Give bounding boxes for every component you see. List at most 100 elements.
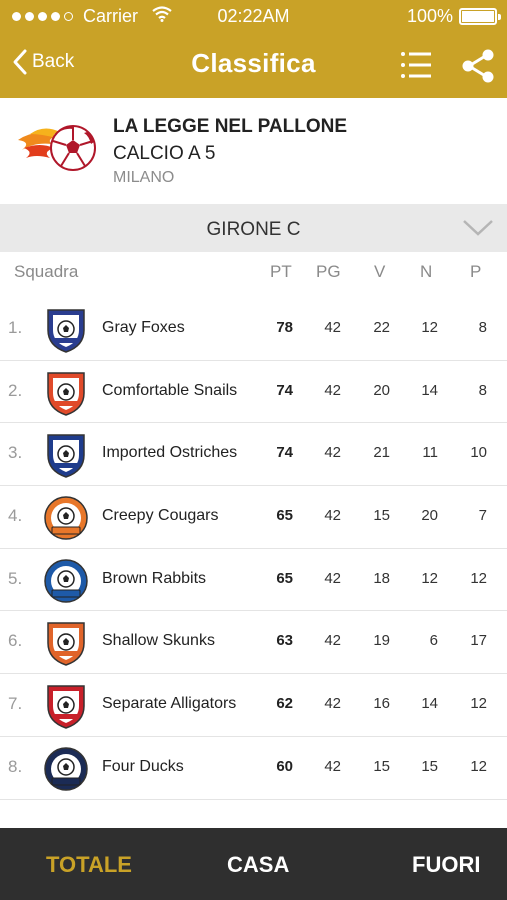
standings-header: Squadra PT PG V N P: [0, 252, 507, 296]
table-row[interactable]: 4. Creepy Cougars 65 42 15 20 7: [0, 486, 507, 549]
list-menu-icon[interactable]: [398, 47, 434, 83]
column-p: P: [470, 262, 482, 281]
team-name: Comfortable Snails: [102, 381, 238, 399]
stat-pg: 42: [324, 757, 341, 775]
team-crest-icon: [40, 369, 92, 417]
stat-n: 20: [421, 507, 438, 525]
stat-p: 12: [470, 569, 487, 587]
stat-n: 15: [421, 757, 438, 775]
team-name: Four Ducks: [102, 757, 184, 775]
battery-percent: 100%: [406, 6, 453, 26]
stat-p: 8: [478, 381, 487, 399]
stat-pt: 63: [276, 632, 293, 650]
stat-p: 17: [470, 632, 487, 650]
stat-n: 14: [421, 695, 438, 713]
row-position: 8.: [8, 756, 23, 776]
team-name: Gray Foxes: [102, 319, 185, 336]
team-crest-icon: [40, 619, 92, 667]
stat-n: 12: [421, 319, 438, 336]
stat-pg: 42: [324, 632, 341, 650]
stat-v: 15: [373, 757, 390, 775]
table-row[interactable]: 6. Shallow Skunks 63 42 19 6 17: [0, 611, 507, 675]
flaming-ball-logo-icon: [16, 120, 98, 176]
table-row[interactable]: 5. Brown Rabbits 65 42 18 12 12: [0, 548, 507, 612]
team-name: Separate Alligators: [102, 695, 237, 713]
row-position: 4.: [8, 506, 23, 526]
table-row[interactable]: 3. Imported Ostriches 74 42 21 11 10: [0, 423, 507, 487]
league-city: MILANO: [113, 169, 175, 186]
group-label: GIRONE C: [206, 219, 301, 240]
team-crest-icon: [40, 557, 92, 605]
stat-pt: 74: [276, 444, 293, 462]
nav-bar: Back Classifica: [0, 34, 507, 98]
stat-n: 11: [422, 444, 438, 462]
column-team: Squadra: [14, 262, 79, 281]
column-pt: PT: [270, 262, 292, 281]
team-crest-icon: [40, 745, 92, 793]
stat-pg: 42: [324, 695, 341, 713]
stat-pg: 42: [324, 507, 341, 525]
team-crest-icon: [40, 682, 92, 730]
column-pg: PG: [316, 262, 341, 281]
stat-n: 12: [421, 569, 438, 587]
team-name: Shallow Skunks: [102, 632, 215, 650]
league-header: LA LEGGE NEL PALLONE CALCIO A 5 MILANO: [0, 98, 507, 204]
stat-v: 16: [373, 695, 390, 713]
tab-fuori[interactable]: FUORI: [412, 852, 480, 878]
team-name: Imported Ostriches: [102, 444, 238, 462]
row-position: 1.: [8, 318, 23, 337]
stat-v: 22: [373, 319, 390, 336]
battery-icon: [459, 8, 501, 25]
stat-pg: 42: [324, 319, 341, 336]
league-name: LA LEGGE NEL PALLONE: [113, 116, 347, 137]
team-crest-icon: [40, 431, 92, 479]
stat-p: 12: [470, 695, 487, 713]
tab-totale[interactable]: TOTALE: [46, 852, 132, 878]
column-v: V: [374, 262, 386, 281]
bottom-tab-bar: TOTALE CASA FUORI: [0, 828, 507, 900]
share-icon[interactable]: [460, 48, 496, 84]
team-name: Creepy Cougars: [102, 507, 219, 525]
row-position: 7.: [8, 694, 23, 714]
team-crest-icon: [40, 494, 92, 542]
standings-list: 1. Gray Foxes 78 42 22 12 8 2. Comfortable Snail…: [0, 298, 507, 800]
stat-v: 21: [373, 444, 390, 462]
stat-pt: 60: [276, 757, 293, 775]
stat-p: 10: [470, 444, 487, 462]
table-row[interactable]: 8. Four Ducks 60 42 15 15 12: [0, 736, 507, 800]
stat-pg: 42: [324, 569, 341, 587]
row-position: 2.: [8, 380, 23, 400]
stat-pg: 42: [324, 444, 341, 462]
stat-pt: 65: [276, 569, 293, 587]
stat-p: 7: [478, 507, 487, 525]
stat-v: 20: [373, 381, 390, 399]
stat-v: 18: [373, 569, 390, 587]
tab-casa[interactable]: CASA: [227, 852, 289, 878]
team-crest-icon: [40, 306, 92, 354]
status-bar: Carrier 02:22AM 100%: [0, 0, 507, 34]
stat-p: 12: [470, 757, 487, 775]
stat-pg: 42: [324, 381, 341, 399]
league-subtitle: CALCIO A 5: [113, 143, 216, 164]
chevron-down-icon: [463, 220, 493, 236]
stat-n: 6: [429, 632, 438, 650]
top-bar: Carrier 02:22AM 100% Back Classifica: [0, 0, 507, 98]
row-position: 3.: [8, 443, 23, 463]
column-n: N: [420, 262, 433, 281]
table-row[interactable]: 1. Gray Foxes 78 42 22 12 8: [0, 298, 507, 361]
stat-v: 15: [373, 507, 390, 525]
stat-n: 14: [421, 381, 438, 399]
table-row[interactable]: 7. Separate Alligators 62 42 16 14 12: [0, 674, 507, 737]
stat-v: 19: [373, 632, 390, 650]
table-row[interactable]: 2. Comfortable Snails 74 42 20 14 8: [0, 360, 507, 424]
team-name: Brown Rabbits: [102, 569, 207, 587]
row-position: 6.: [8, 631, 23, 651]
stat-pt: 62: [276, 695, 293, 713]
group-selector[interactable]: GIRONE C: [0, 204, 507, 252]
stat-pt: 74: [276, 381, 293, 399]
stat-p: 8: [478, 319, 487, 336]
row-position: 5.: [8, 568, 23, 588]
stat-pt: 65: [276, 507, 293, 525]
stat-pt: 78: [276, 319, 293, 336]
battery-info: 100%: [406, 6, 501, 27]
